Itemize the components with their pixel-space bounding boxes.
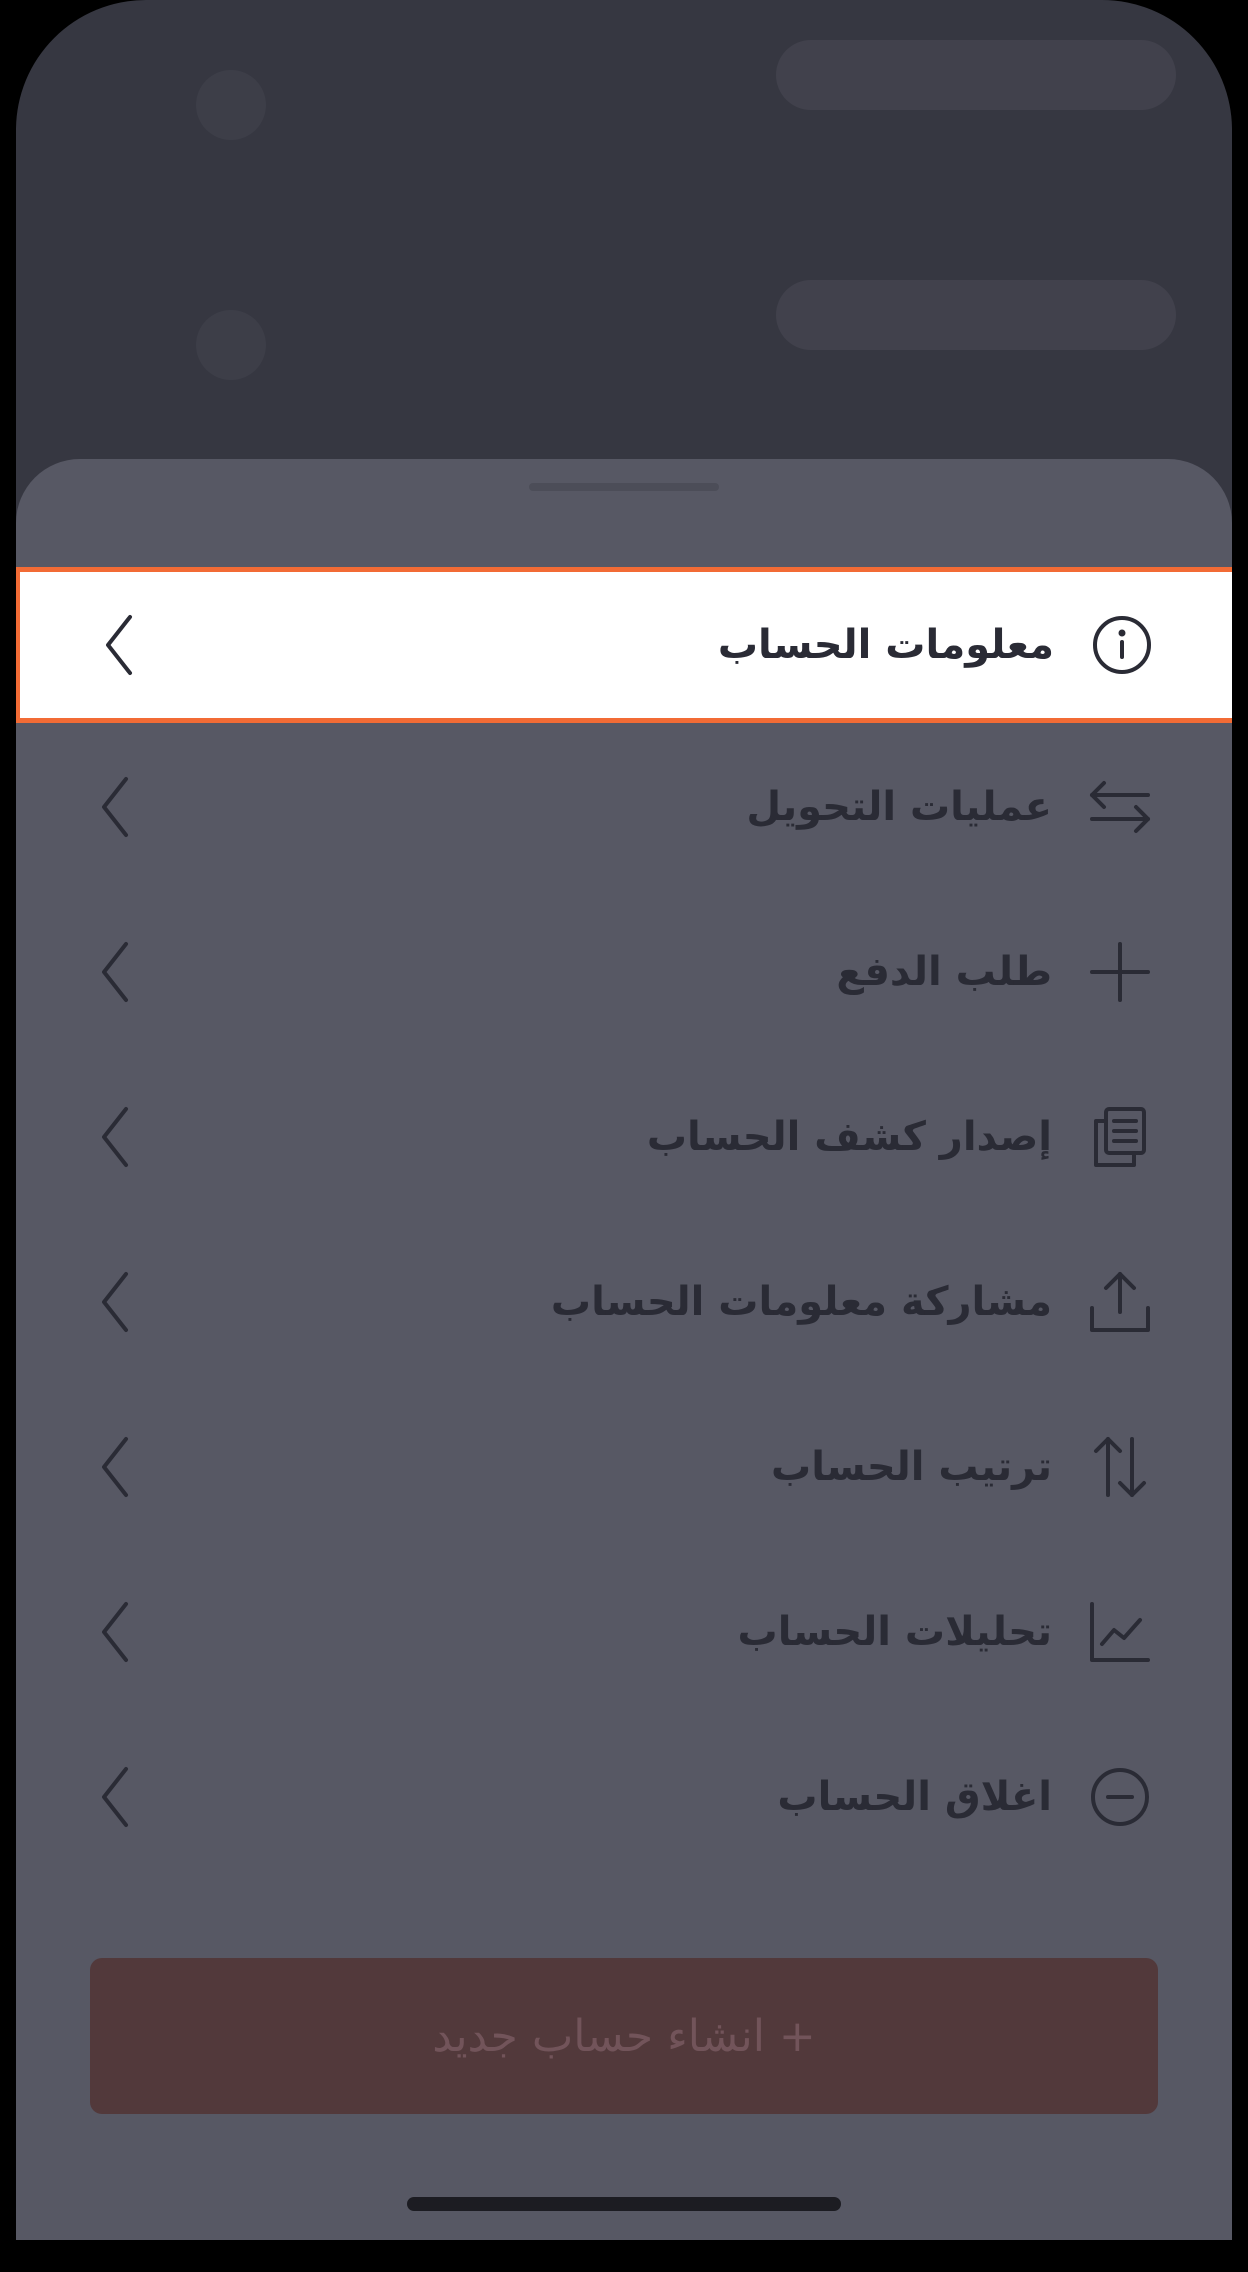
menu-item-label: عمليات التحويل (746, 784, 1052, 830)
chevron-left-icon (96, 1105, 136, 1169)
menu-item-close-account[interactable]: اغلاق الحساب (16, 1723, 1232, 1871)
backdrop-avatar-blur-2 (196, 310, 266, 380)
create-new-account-button[interactable]: + انشاء حساب جديد (90, 1958, 1158, 2114)
chevron-left-icon (96, 1435, 136, 1499)
plus-icon (1088, 940, 1152, 1004)
menu-item-share-info[interactable]: مشاركة معلومات الحساب (16, 1228, 1232, 1376)
menu-item-label: معلومات الحساب (717, 622, 1054, 668)
menu-item-label: طلب الدفع (836, 949, 1052, 995)
chevron-left-icon (96, 1765, 136, 1829)
chart-line-icon (1088, 1600, 1152, 1664)
sort-arrows-icon (1088, 1435, 1152, 1499)
menu-item-label: اغلاق الحساب (777, 1774, 1052, 1820)
chevron-left-icon (100, 613, 140, 677)
menu-item-analytics[interactable]: تحليلات الحساب (16, 1558, 1232, 1706)
menu-item-label: ترتيب الحساب (771, 1444, 1052, 1490)
menu-item-label: مشاركة معلومات الحساب (550, 1279, 1052, 1325)
menu-item-statement[interactable]: إصدار كشف الحساب (16, 1063, 1232, 1211)
backdrop-row-blur (776, 280, 1176, 350)
menu-item-label: تحليلات الحساب (737, 1609, 1052, 1655)
backdrop-avatar-blur (196, 70, 266, 140)
info-icon (1090, 613, 1154, 677)
document-copy-icon (1088, 1105, 1152, 1169)
chevron-left-icon (96, 1600, 136, 1664)
phone-screen: معلومات الحساب عمليات التحويل طلب الدفع … (16, 0, 1232, 2240)
sheet-grabber[interactable] (529, 483, 719, 491)
menu-item-sort-account[interactable]: ترتيب الحساب (16, 1393, 1232, 1541)
share-upload-icon (1088, 1270, 1152, 1334)
menu-item-transfers[interactable]: عمليات التحويل (16, 733, 1232, 881)
chevron-left-icon (96, 775, 136, 839)
chevron-left-icon (96, 940, 136, 1004)
chevron-left-icon (96, 1270, 136, 1334)
menu-item-account-info[interactable]: معلومات الحساب (16, 567, 1232, 723)
transfer-arrows-icon (1088, 775, 1152, 839)
menu-item-payment-request[interactable]: طلب الدفع (16, 898, 1232, 1046)
minus-circle-icon (1088, 1765, 1152, 1829)
menu-item-label: إصدار كشف الحساب (646, 1114, 1052, 1160)
bottom-sheet: معلومات الحساب عمليات التحويل طلب الدفع … (16, 459, 1232, 2240)
backdrop-header-blur (776, 40, 1176, 110)
home-indicator[interactable] (407, 2197, 841, 2211)
